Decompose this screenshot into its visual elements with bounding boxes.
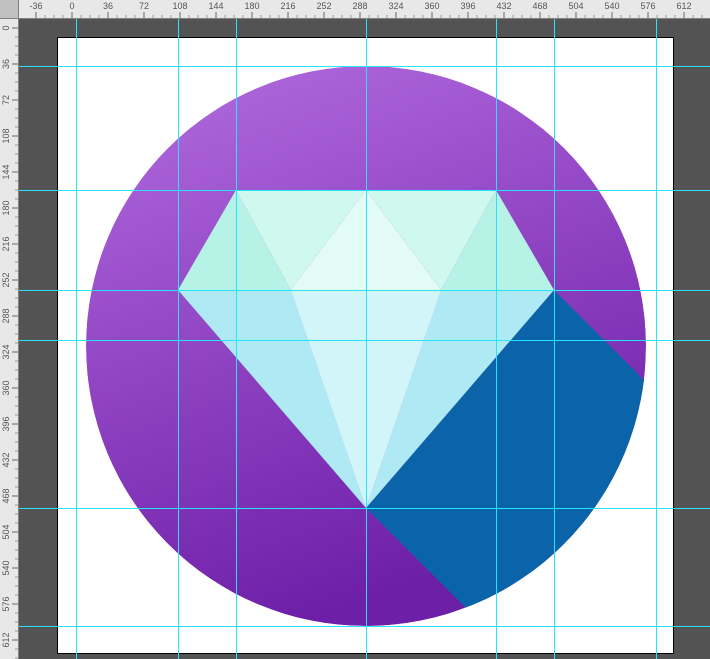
diamond-icon [58, 38, 673, 653]
svg-text:360: 360 [424, 1, 439, 11]
ruler-origin-box [0, 0, 19, 19]
svg-text:396: 396 [1, 416, 11, 431]
editor-viewport: { "ruler": { "origin_x_screen": 72, "ori… [0, 0, 710, 659]
svg-text:144: 144 [208, 1, 223, 11]
svg-text:72: 72 [1, 95, 11, 105]
svg-text:72: 72 [139, 1, 149, 11]
svg-text:468: 468 [1, 488, 11, 503]
svg-text:324: 324 [388, 1, 403, 11]
svg-text:360: 360 [1, 380, 11, 395]
svg-text:180: 180 [1, 200, 11, 215]
svg-text:-36: -36 [29, 1, 42, 11]
canvas-area[interactable] [18, 18, 710, 659]
svg-text:468: 468 [532, 1, 547, 11]
svg-text:540: 540 [1, 560, 11, 575]
svg-text:36: 36 [103, 1, 113, 11]
ruler-horizontal[interactable]: -36 0 36 72 108 144 180 216 252 288 324 360 396 432 46… [18, 0, 710, 19]
svg-text:108: 108 [172, 1, 187, 11]
svg-text:576: 576 [640, 1, 655, 11]
svg-text:216: 216 [1, 236, 11, 251]
svg-text:252: 252 [1, 272, 11, 287]
svg-text:612: 612 [676, 1, 691, 11]
artboard[interactable] [58, 38, 673, 653]
svg-text:0: 0 [1, 25, 11, 30]
svg-text:324: 324 [1, 344, 11, 359]
svg-text:432: 432 [1, 452, 11, 467]
svg-text:108: 108 [1, 128, 11, 143]
svg-text:216: 216 [280, 1, 295, 11]
svg-text:612: 612 [1, 632, 11, 647]
svg-text:540: 540 [604, 1, 619, 11]
svg-text:288: 288 [1, 308, 11, 323]
svg-text:36: 36 [1, 59, 11, 69]
svg-text:144: 144 [1, 164, 11, 179]
svg-text:288: 288 [352, 1, 367, 11]
svg-text:504: 504 [1, 524, 11, 539]
svg-text:180: 180 [244, 1, 259, 11]
svg-text:0: 0 [69, 1, 74, 11]
svg-text:432: 432 [496, 1, 511, 11]
svg-text:504: 504 [568, 1, 583, 11]
svg-text:252: 252 [316, 1, 331, 11]
svg-text:576: 576 [1, 596, 11, 611]
ruler-vertical[interactable]: 0 36 72 108 144 180 216 252 288 324 360 396 432 468 50… [0, 18, 19, 659]
svg-text:396: 396 [460, 1, 475, 11]
